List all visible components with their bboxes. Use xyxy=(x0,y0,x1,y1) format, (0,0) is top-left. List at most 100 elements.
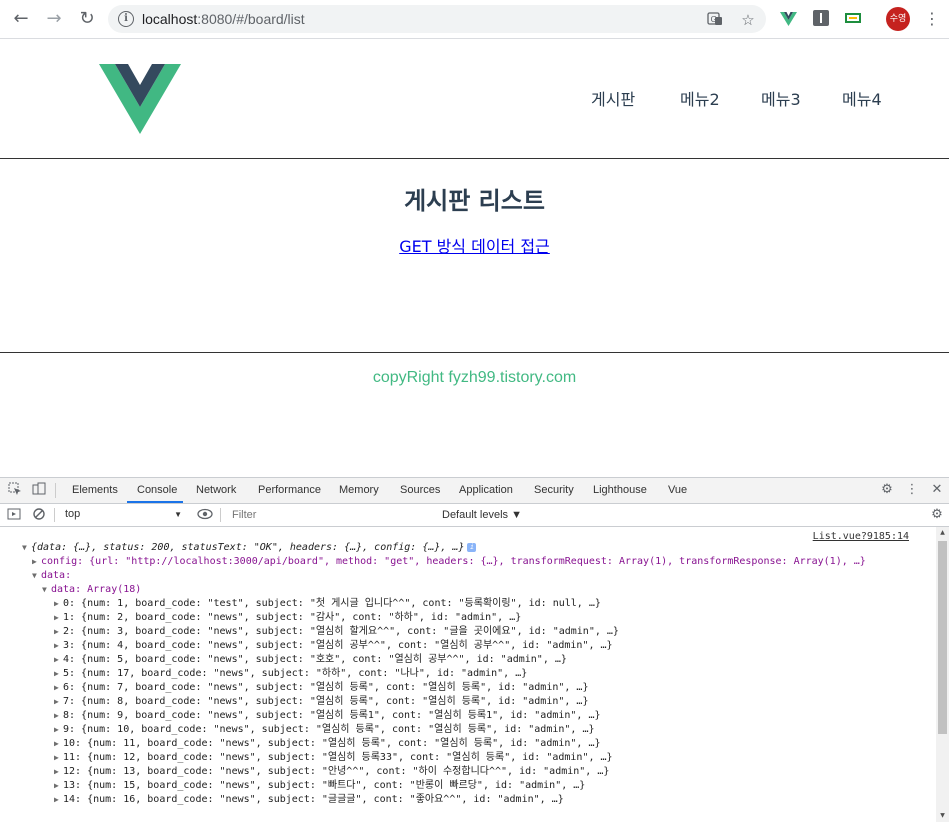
console-toolbar: top ▼ Filter Default levels ▼ ⚙ xyxy=(0,504,949,527)
log-item[interactable]: ▶ 14: {num: 16, board_code: "news", subje… xyxy=(54,793,564,807)
console-output: List.vue?9185:14 ▼ {data: {…}, status: 20… xyxy=(0,527,936,822)
get-data-link[interactable]: GET 방식 데이터 접근 xyxy=(399,237,550,256)
extension-crop-icon[interactable] xyxy=(844,10,861,27)
context-selector[interactable]: top ▼ xyxy=(58,506,184,523)
filter-input[interactable]: Filter xyxy=(226,507,434,523)
back-arrow-icon[interactable]: ← xyxy=(9,7,33,31)
log-item[interactable]: ▶ 8: {num: 9, board_code: "news", subject… xyxy=(54,709,601,723)
nav-board[interactable]: 게시판 xyxy=(591,86,635,110)
log-root-line[interactable]: ▼ {data: {…}, status: 200, statusText: "O… xyxy=(22,541,477,555)
log-data-array-text: data: Array(18) xyxy=(51,584,142,595)
collapsed-triangle-icon: ▶ xyxy=(54,697,59,706)
extension-i-icon[interactable] xyxy=(813,10,830,27)
log-item[interactable]: ▶ 10: {num: 11, board_code: "news", subje… xyxy=(54,737,601,751)
log-item-text: 8: {num: 9, board_code: "news", subject:… xyxy=(63,710,601,721)
url-host: localhost xyxy=(142,11,198,27)
expanded-triangle-icon: ▼ xyxy=(32,571,37,580)
tab-lighthouse[interactable]: Lighthouse xyxy=(593,484,647,496)
expanded-triangle-icon: ▼ xyxy=(42,585,47,594)
source-link[interactable]: List.vue?9185:14 xyxy=(813,531,909,542)
chrome-menu-icon[interactable]: ⋮ xyxy=(924,9,940,29)
tab-sources[interactable]: Sources xyxy=(400,484,440,496)
device-toolbar-icon[interactable] xyxy=(31,482,47,498)
collapsed-triangle-icon: ▶ xyxy=(54,753,59,762)
log-item[interactable]: ▶ 13: {num: 15, board_code: "news", subje… xyxy=(54,779,585,793)
collapsed-triangle-icon: ▶ xyxy=(54,767,59,776)
collapsed-triangle-icon: ▶ xyxy=(54,669,59,678)
tab-elements[interactable]: Elements xyxy=(72,484,118,496)
log-item[interactable]: ▶ 4: {num: 5, board_code: "news", subject… xyxy=(54,653,567,667)
profile-avatar[interactable]: 수영 xyxy=(886,7,910,31)
log-item-text: 0: {num: 1, board_code: "test", subject:… xyxy=(63,598,601,609)
log-data-outer-text: data: xyxy=(41,570,72,581)
footer-copyright: copyRight fyzh99.tistory.com xyxy=(372,369,577,386)
tab-vue[interactable]: Vue xyxy=(668,484,687,496)
log-item[interactable]: ▶ 6: {num: 7, board_code: "news", subject… xyxy=(54,681,588,695)
devtools-tabbar: Elements Console Network Performance Mem… xyxy=(0,478,949,504)
scrollbar-thumb[interactable] xyxy=(938,541,947,734)
log-levels-dropdown[interactable]: Default levels ▼ xyxy=(442,507,522,523)
devtools-panel: Elements Console Network Performance Mem… xyxy=(0,477,949,822)
log-item[interactable]: ▶ 9: {num: 10, board_code: "news", subjec… xyxy=(54,723,595,737)
reload-icon[interactable]: ↻ xyxy=(75,7,99,31)
tab-application[interactable]: Application xyxy=(459,484,513,496)
show-sidebar-icon[interactable] xyxy=(6,507,22,523)
inspect-element-icon[interactable] xyxy=(7,482,23,498)
log-item[interactable]: ▶ 12: {num: 13, board_code: "news", subje… xyxy=(54,765,609,779)
address-bar[interactable]: i localhost:8080/#/board/list G ☆ xyxy=(108,5,766,33)
close-icon[interactable]: ✕ xyxy=(929,482,945,498)
log-item-text: 5: {num: 17, board_code: "news", subject… xyxy=(63,668,528,679)
collapsed-triangle-icon: ▶ xyxy=(54,683,59,692)
log-item[interactable]: ▶ 1: {num: 2, board_code: "news", subject… xyxy=(54,611,521,625)
vue-logo xyxy=(99,64,181,134)
log-item[interactable]: ▶ 2: {num: 3, board_code: "news", subject… xyxy=(54,625,619,639)
clear-console-icon[interactable] xyxy=(31,507,47,523)
log-item[interactable]: ▶ 5: {num: 17, board_code: "news", subjec… xyxy=(54,667,527,681)
forward-arrow-icon[interactable]: → xyxy=(42,7,66,31)
translate-icon[interactable]: G xyxy=(706,11,724,29)
log-item-text: 7: {num: 8, board_code: "news", subject:… xyxy=(63,696,589,707)
tab-network[interactable]: Network xyxy=(196,484,236,496)
info-badge-icon: i xyxy=(467,542,477,552)
active-tab-indicator xyxy=(127,501,183,503)
bookmark-star-icon[interactable]: ☆ xyxy=(739,11,757,29)
nav-menu2[interactable]: 메뉴2 xyxy=(680,86,720,110)
nav-menu4[interactable]: 메뉴4 xyxy=(842,86,882,110)
collapsed-triangle-icon: ▶ xyxy=(54,725,59,734)
tab-console[interactable]: Console xyxy=(137,484,177,496)
log-item[interactable]: ▶ 7: {num: 8, board_code: "news", subject… xyxy=(54,695,588,709)
scroll-up-arrow-icon[interactable]: ▲ xyxy=(936,527,949,539)
devtools-menu-icon[interactable]: ⋮ xyxy=(904,482,920,498)
log-item-text: 9: {num: 10, board_code: "news", subject… xyxy=(63,724,595,735)
url-text[interactable]: localhost:8080/#/board/list xyxy=(142,11,305,27)
console-settings-gear-icon[interactable]: ⚙ xyxy=(929,507,945,523)
tab-memory[interactable]: Memory xyxy=(339,484,379,496)
log-item-text: 12: {num: 13, board_code: "news", subjec… xyxy=(63,766,610,777)
log-item-text: 10: {num: 11, board_code: "news", subjec… xyxy=(63,738,601,749)
log-config-line[interactable]: ▶ config: {url: "http://localhost:3000/ap… xyxy=(32,555,866,569)
collapsed-triangle-icon: ▶ xyxy=(54,613,59,622)
tab-performance[interactable]: Performance xyxy=(258,484,321,496)
vue-devtools-extension-icon[interactable] xyxy=(780,10,797,27)
log-data-array-line[interactable]: ▼ data: Array(18) xyxy=(42,583,141,597)
log-item[interactable]: ▶ 3: {num: 4, board_code: "news", subject… xyxy=(54,639,613,653)
console-scrollbar[interactable]: ▲ ▼ xyxy=(936,527,949,822)
collapsed-triangle-icon: ▶ xyxy=(54,627,59,636)
log-item[interactable]: ▶ 0: {num: 1, board_code: "test", subject… xyxy=(54,597,601,611)
toolbar-separator xyxy=(54,508,55,522)
log-item[interactable]: ▶ 11: {num: 12, board_code: "news", subje… xyxy=(54,751,613,765)
scroll-down-arrow-icon[interactable]: ▼ xyxy=(936,810,949,822)
nav-menu3[interactable]: 메뉴3 xyxy=(761,86,801,110)
collapsed-triangle-icon: ▶ xyxy=(54,599,59,608)
log-data-outer-line[interactable]: ▼ data: xyxy=(32,569,71,583)
tab-security[interactable]: Security xyxy=(534,484,574,496)
collapsed-triangle-icon: ▶ xyxy=(54,641,59,650)
log-item-text: 6: {num: 7, board_code: "news", subject:… xyxy=(63,682,589,693)
toolbar-separator xyxy=(220,508,221,522)
live-expression-eye-icon[interactable] xyxy=(197,507,213,523)
browser-toolbar: ← → ↻ i localhost:8080/#/board/list G ☆ … xyxy=(0,0,949,39)
log-item-text: 13: {num: 15, board_code: "news", subjec… xyxy=(63,780,586,791)
settings-gear-icon[interactable]: ⚙ xyxy=(879,482,895,498)
log-item-text: 1: {num: 2, board_code: "news", subject:… xyxy=(63,612,522,623)
info-icon[interactable]: i xyxy=(118,11,134,27)
